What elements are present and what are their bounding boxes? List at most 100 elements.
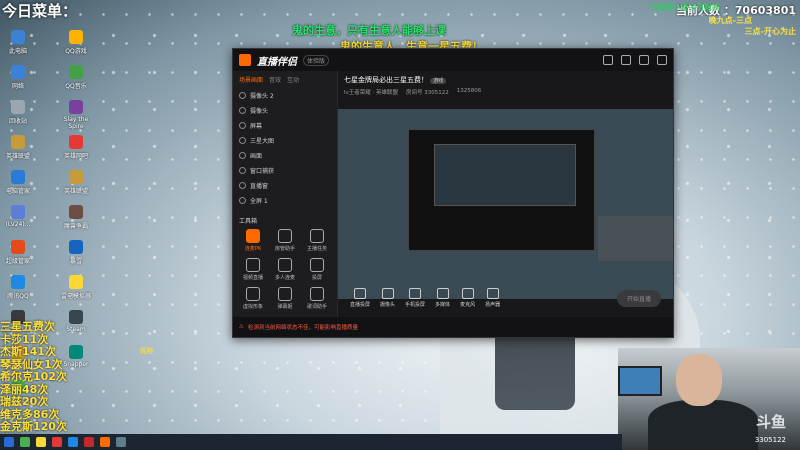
taskbar-app-icon[interactable]	[100, 437, 110, 447]
tool-icon	[310, 287, 324, 301]
streamer-head	[676, 354, 722, 406]
tool-label: 多人连麦	[274, 275, 295, 281]
scene-label: 摄像头 2	[250, 93, 274, 100]
scene-label: 摄像头	[250, 108, 269, 115]
room-tag: 游戏	[430, 78, 447, 84]
desktop-icon[interactable]: 英雄联盟	[56, 170, 96, 195]
start-live-button[interactable]: 开始直播	[616, 289, 661, 307]
scene-item[interactable]: 屏幕	[233, 118, 337, 133]
desktop-icon[interactable]: 英雄网吧	[56, 135, 96, 160]
control-button[interactable]: 直播投屏	[350, 288, 370, 308]
control-button[interactable]: 多媒体	[435, 288, 450, 308]
tool-item[interactable]: 主播任务	[301, 229, 333, 252]
scene-item[interactable]: 摄像头	[233, 103, 337, 118]
minimize-icon[interactable]	[639, 55, 649, 65]
eye-icon[interactable]	[239, 122, 246, 129]
desktop-icon[interactable]: Slay the Spire	[56, 100, 96, 130]
eye-icon[interactable]	[239, 197, 246, 204]
desktop-icon-label: 雷电模拟器	[60, 293, 91, 300]
room-number: 房间号 3305122	[406, 90, 449, 96]
control-label: 麦克风	[460, 302, 476, 308]
taskbar-app-icon[interactable]	[52, 437, 62, 447]
desktop-icon[interactable]: 腾讯QQ	[0, 275, 38, 300]
desktop-icon[interactable]: QQ音乐	[56, 65, 96, 90]
scene-item[interactable]: 直播窗	[233, 178, 337, 193]
eye-icon[interactable]	[239, 92, 246, 99]
gift-list-item: 瑞兹20次	[0, 395, 49, 408]
status-bar: ⚠ 检测到当前网络状态不佳，可能影响直播质量	[233, 317, 673, 337]
taskbar-app-icon[interactable]	[20, 437, 30, 447]
room-title[interactable]: 七星金牌局必出三星五费！	[344, 76, 428, 84]
control-button[interactable]: 手机投屏	[405, 288, 425, 308]
desktop-icon[interactable]: QQ游戏	[56, 30, 96, 55]
scene-item[interactable]: 窗口捕获	[233, 163, 337, 178]
desktop-icon-label: QQ游戏	[65, 48, 87, 55]
desktop-icon[interactable]: 此电脑	[0, 30, 38, 55]
gift-list-item: 三星五费次	[0, 320, 55, 333]
scene-label: 窗口捕获	[250, 168, 275, 175]
preview-webcam	[598, 216, 673, 261]
tool-item[interactable]: 房管助手	[269, 229, 301, 252]
tool-icon	[278, 229, 292, 243]
desktop-icon[interactable]: 雷电模拟器	[56, 275, 96, 300]
desktop-icon[interactable]: 英雄联盟	[0, 135, 38, 160]
desktop-icon[interactable]: 魔兽争霸	[56, 205, 96, 230]
taskbar-app-icon[interactable]	[84, 437, 94, 447]
preview-area: 七星金牌局必出三星五费！ 游戏 lv王者荣耀 · 英雄联盟 房间号 330512…	[338, 71, 673, 317]
tab-interaction[interactable]: 互动	[287, 75, 299, 84]
tool-item[interactable]: 歌词助手	[301, 287, 333, 310]
start-icon[interactable]	[4, 437, 14, 447]
tool-label: 虚拟形象	[242, 304, 263, 310]
tab-scenes[interactable]: 场景画面	[239, 75, 263, 84]
eye-icon[interactable]	[239, 182, 246, 189]
eye-icon[interactable]	[239, 137, 246, 144]
tool-item[interactable]: 投屏	[301, 258, 333, 281]
taskbar-app-icon[interactable]	[36, 437, 46, 447]
taskbar-app-icon[interactable]	[116, 437, 126, 447]
control-icon	[436, 288, 449, 299]
control-button[interactable]: 麦克风	[460, 288, 475, 308]
warning-icon: ⚠	[239, 324, 244, 330]
app-icon	[11, 170, 25, 184]
settings-icon[interactable]	[603, 55, 613, 65]
app-icon	[11, 275, 25, 289]
desktop-icon[interactable]: 网络	[0, 65, 38, 90]
app-icon	[69, 310, 83, 324]
streamer-body	[648, 400, 758, 450]
stream-preview[interactable]	[338, 109, 673, 299]
taskbar	[0, 434, 622, 450]
desktop-icon[interactable]: 暴雪	[56, 240, 96, 265]
scene-item[interactable]: 摄像头 2	[233, 88, 337, 103]
desktop-icon-label: 回收站	[8, 118, 27, 125]
eye-icon[interactable]	[239, 167, 246, 174]
tool-item[interactable]: 虚拟形象	[237, 287, 269, 310]
desktop-icon[interactable]: 电脑管家	[0, 170, 38, 195]
taskbar-app-icon[interactable]	[68, 437, 78, 447]
desktop-icon-label: 此电脑	[8, 48, 27, 55]
green-overlay-line: 鬼的生意，只有生意人能够上课	[292, 24, 446, 37]
desktop-icon[interactable]: (LV24)...	[0, 205, 38, 228]
app-icon	[11, 240, 25, 254]
close-icon[interactable]	[657, 55, 667, 65]
scene-item[interactable]: 三星大图	[233, 133, 337, 148]
control-button[interactable]: 摄像头	[380, 288, 395, 308]
nested-preview	[408, 129, 595, 251]
version-badge: 体验版	[303, 54, 330, 66]
tab-audio[interactable]: 音效	[269, 75, 281, 84]
screenshot-icon[interactable]	[621, 55, 631, 65]
desktop-icon-label: Slay the Spire	[63, 116, 89, 130]
tool-item[interactable]: 弹幕姬	[269, 287, 301, 310]
eye-icon[interactable]	[239, 107, 246, 114]
tool-item[interactable]: 多人连麦	[269, 258, 301, 281]
tool-item[interactable]: 连麦PK	[237, 229, 269, 252]
control-icon	[461, 288, 474, 299]
app-icon	[11, 205, 25, 219]
eye-icon[interactable]	[239, 152, 246, 159]
scene-item[interactable]: 全屏 1	[233, 193, 337, 208]
desktop-icon[interactable]: 超级管家	[0, 240, 38, 265]
tool-item[interactable]: 视频直播	[237, 258, 269, 281]
scene-item[interactable]: 画面	[233, 148, 337, 163]
desktop-icon[interactable]: 回收站	[0, 100, 38, 125]
menu-title: 今日菜单：	[2, 2, 78, 20]
control-button[interactable]: 扬声器	[485, 288, 500, 308]
